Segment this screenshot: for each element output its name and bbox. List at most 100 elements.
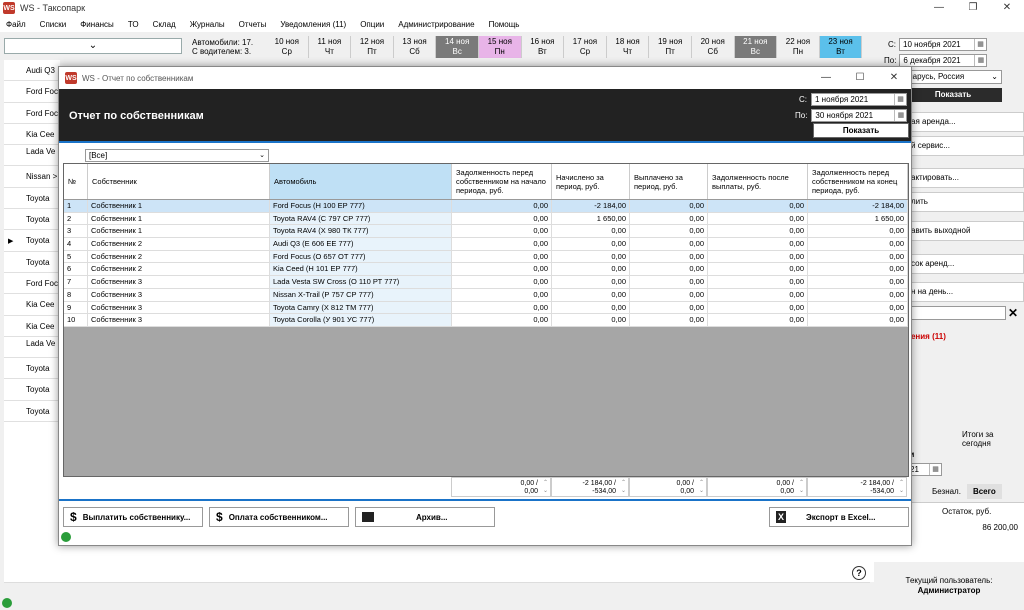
menu-item[interactable]: Списки [40, 20, 67, 29]
table-row[interactable]: 7 Собственник 3 Lada Vesta SW Cross (О 110… [64, 276, 908, 289]
car-list-item[interactable]: Toyota [4, 209, 60, 231]
table-row[interactable]: 4 Собственник 2 Audi Q3 (Е 606 ЕЕ 777) 0,00… [64, 238, 908, 251]
report-from-date-field[interactable]: 1 ноября 2021 ▦ [811, 93, 907, 106]
column-header[interactable]: Начислено за период, руб. [552, 164, 630, 199]
day-column-header[interactable]: 10 ноя Ср [266, 36, 309, 58]
car-list-item[interactable]: Kia Cee [4, 124, 60, 146]
column-header[interactable]: Задолженность перед собственником на нач… [452, 164, 552, 199]
owner-payment-button[interactable]: $ Оплата собственником... [209, 507, 349, 527]
day-column-header[interactable]: 21 ноя Вс [734, 36, 778, 58]
chevron-down-icon[interactable]: ⌄ [543, 487, 548, 495]
day-column-header[interactable]: 20 ноя Сб [691, 36, 735, 58]
day-column-header[interactable]: 12 ноя Пт [351, 36, 394, 58]
edit-button[interactable]: актировать... [906, 168, 1024, 188]
table-row[interactable]: 8 Собственник 3 Nissan X-Trail (Р 757 СР 7… [64, 288, 908, 302]
owner-filter-select[interactable]: [Все] ⌄ [85, 149, 269, 162]
column-header[interactable]: Выплачено за период, руб. [630, 164, 708, 199]
day-column-header[interactable]: 23 ноя Вт [819, 36, 863, 58]
minimize-icon[interactable]: — [809, 67, 843, 89]
maximize-icon[interactable]: ❐ [956, 0, 990, 16]
menu-item[interactable]: Помощь [489, 20, 520, 29]
menu-item[interactable]: Уведомления (11) [280, 20, 346, 29]
chevron-down-icon[interactable]: ⌄ [699, 487, 704, 495]
menu-item[interactable]: Отчеты [239, 20, 267, 29]
column-header[interactable]: № [64, 164, 88, 199]
chevron-up-icon[interactable]: ⌃ [621, 479, 626, 487]
plan-for-day-button[interactable]: н на день... [906, 282, 1024, 302]
clear-search-icon[interactable]: ✕ [1008, 306, 1018, 320]
column-header[interactable]: Задолженность после выплаты, руб. [708, 164, 808, 199]
car-list-item[interactable]: Ford Foc [4, 81, 60, 103]
maximize-icon[interactable]: ☐ [843, 67, 877, 89]
chevron-down-icon[interactable]: ⌄ [621, 487, 626, 495]
menu-item[interactable]: Финансы [80, 20, 114, 29]
day-column-header[interactable]: 22 ноя Пн [777, 36, 820, 58]
car-list-item[interactable]: Lada Ve 178) [4, 337, 60, 359]
minimize-icon[interactable]: — [922, 0, 956, 16]
table-row[interactable]: 10 Собственник 3 Toyota Corolla (У 901 УС … [64, 314, 908, 327]
day-column-header[interactable]: 17 ноя Ср [564, 36, 607, 58]
menu-item[interactable]: Файл [6, 20, 26, 29]
day-column-header[interactable]: 14 ноя Вс [436, 36, 479, 58]
main-show-button[interactable]: Показать [904, 88, 1002, 102]
collapse-toggle-button[interactable]: ⌄ [4, 38, 182, 54]
chevron-up-icon[interactable]: ⌃ [899, 479, 904, 487]
delete-button[interactable]: лить [906, 192, 1024, 212]
table-row[interactable]: 3 Собственник 1 Toyota RAV4 (Х 980 ТК 777)… [64, 225, 908, 239]
day-column-header[interactable]: 19 ноя Пт [649, 36, 692, 58]
close-icon[interactable]: ✕ [877, 67, 911, 89]
table-row[interactable]: 5 Собственник 2 Ford Focus (О 657 ОТ 777) 0… [64, 250, 908, 264]
car-list-item[interactable]: Toyota [4, 252, 60, 273]
day-column-header[interactable]: 15 ноя Пн [478, 36, 522, 58]
export-excel-button[interactable]: X Экспорт в Excel... [769, 507, 909, 527]
menu-item[interactable]: Администрирование [398, 20, 474, 29]
menu-item[interactable]: ТО [128, 20, 139, 29]
chevron-up-icon[interactable]: ⌃ [799, 479, 804, 487]
car-list-item[interactable]: Kia Cee [4, 294, 60, 316]
calendar-icon[interactable]: ▦ [974, 55, 986, 66]
car-list-item[interactable]: Kia Cee [4, 316, 60, 337]
chevron-up-icon[interactable]: ⌃ [699, 479, 704, 487]
archive-button[interactable]: Архив... [355, 507, 495, 527]
day-column-header[interactable]: 11 ноя Чт [308, 36, 352, 58]
car-list-item[interactable]: Ford Foc [4, 103, 60, 124]
service-button[interactable]: й сервис... [906, 136, 1024, 156]
table-row[interactable]: 6 Собственник 2 Kia Ceed (Н 101 ЕР 777) 0,0… [64, 263, 908, 277]
calendar-icon[interactable]: ▦ [929, 464, 941, 475]
column-header[interactable]: Задолженность перед собственником на кон… [808, 164, 908, 199]
calendar-icon[interactable]: ▦ [974, 39, 986, 50]
set-day-off-button[interactable]: авить выходной [906, 221, 1024, 241]
car-list-item[interactable]: Ford Foc [4, 273, 60, 295]
region-select[interactable]: ларусь, Россия ⌄ [904, 70, 1002, 84]
day-column-header[interactable]: 18 ноя Чт [606, 36, 650, 58]
car-list-item[interactable]: Nissan > [4, 166, 60, 188]
car-list-item[interactable]: Toyota [4, 379, 60, 401]
chevron-down-icon[interactable]: ⌄ [899, 487, 904, 495]
help-icon[interactable]: ? [852, 566, 866, 580]
calendar-icon[interactable]: ▦ [894, 110, 906, 121]
column-header[interactable]: Автомобиль [270, 164, 452, 199]
close-icon[interactable]: ✕ [990, 0, 1024, 16]
report-to-date-field[interactable]: 30 ноября 2021 ▦ [811, 109, 908, 122]
rent-list-button[interactable]: сок аренд... [906, 254, 1024, 274]
tab-cashless[interactable]: Безнал. [926, 484, 967, 499]
menu-item[interactable]: Журналы [190, 20, 225, 29]
pay-owner-button[interactable]: $ Выплатить собственнику... [63, 507, 203, 527]
car-list-item[interactable]: Toyota [4, 401, 60, 423]
table-row[interactable]: 2 Собственник 1 Toyota RAV4 (С 797 СР 777)… [64, 212, 908, 226]
day-column-header[interactable]: 13 ноя Сб [393, 36, 437, 58]
car-list-item[interactable]: Audi Q3 [4, 60, 60, 82]
calendar-icon[interactable]: ▦ [894, 94, 906, 105]
chevron-down-icon[interactable]: ⌄ [799, 487, 804, 495]
tab-all[interactable]: Всего [966, 484, 1002, 499]
chevron-up-icon[interactable]: ⌃ [543, 479, 548, 487]
menu-item[interactable]: Склад [153, 20, 176, 29]
menu-item[interactable]: Опции [360, 20, 384, 29]
main-from-date-field[interactable]: 10 ноября 2021 ▦ [899, 38, 987, 51]
table-row[interactable]: 1 Собственник 1 Ford Focus (Н 100 ЕР 777) 0… [64, 200, 908, 213]
day-column-header[interactable]: 16 ноя Вт [521, 36, 565, 58]
main-to-date-field[interactable]: 6 декабря 2021 ▦ [899, 54, 988, 67]
search-input[interactable] [906, 306, 1006, 320]
car-list-item[interactable]: Toyota [4, 188, 60, 210]
table-row[interactable]: 9 Собственник 3 Toyota Camry (Х 812 ТМ 777… [64, 301, 908, 315]
